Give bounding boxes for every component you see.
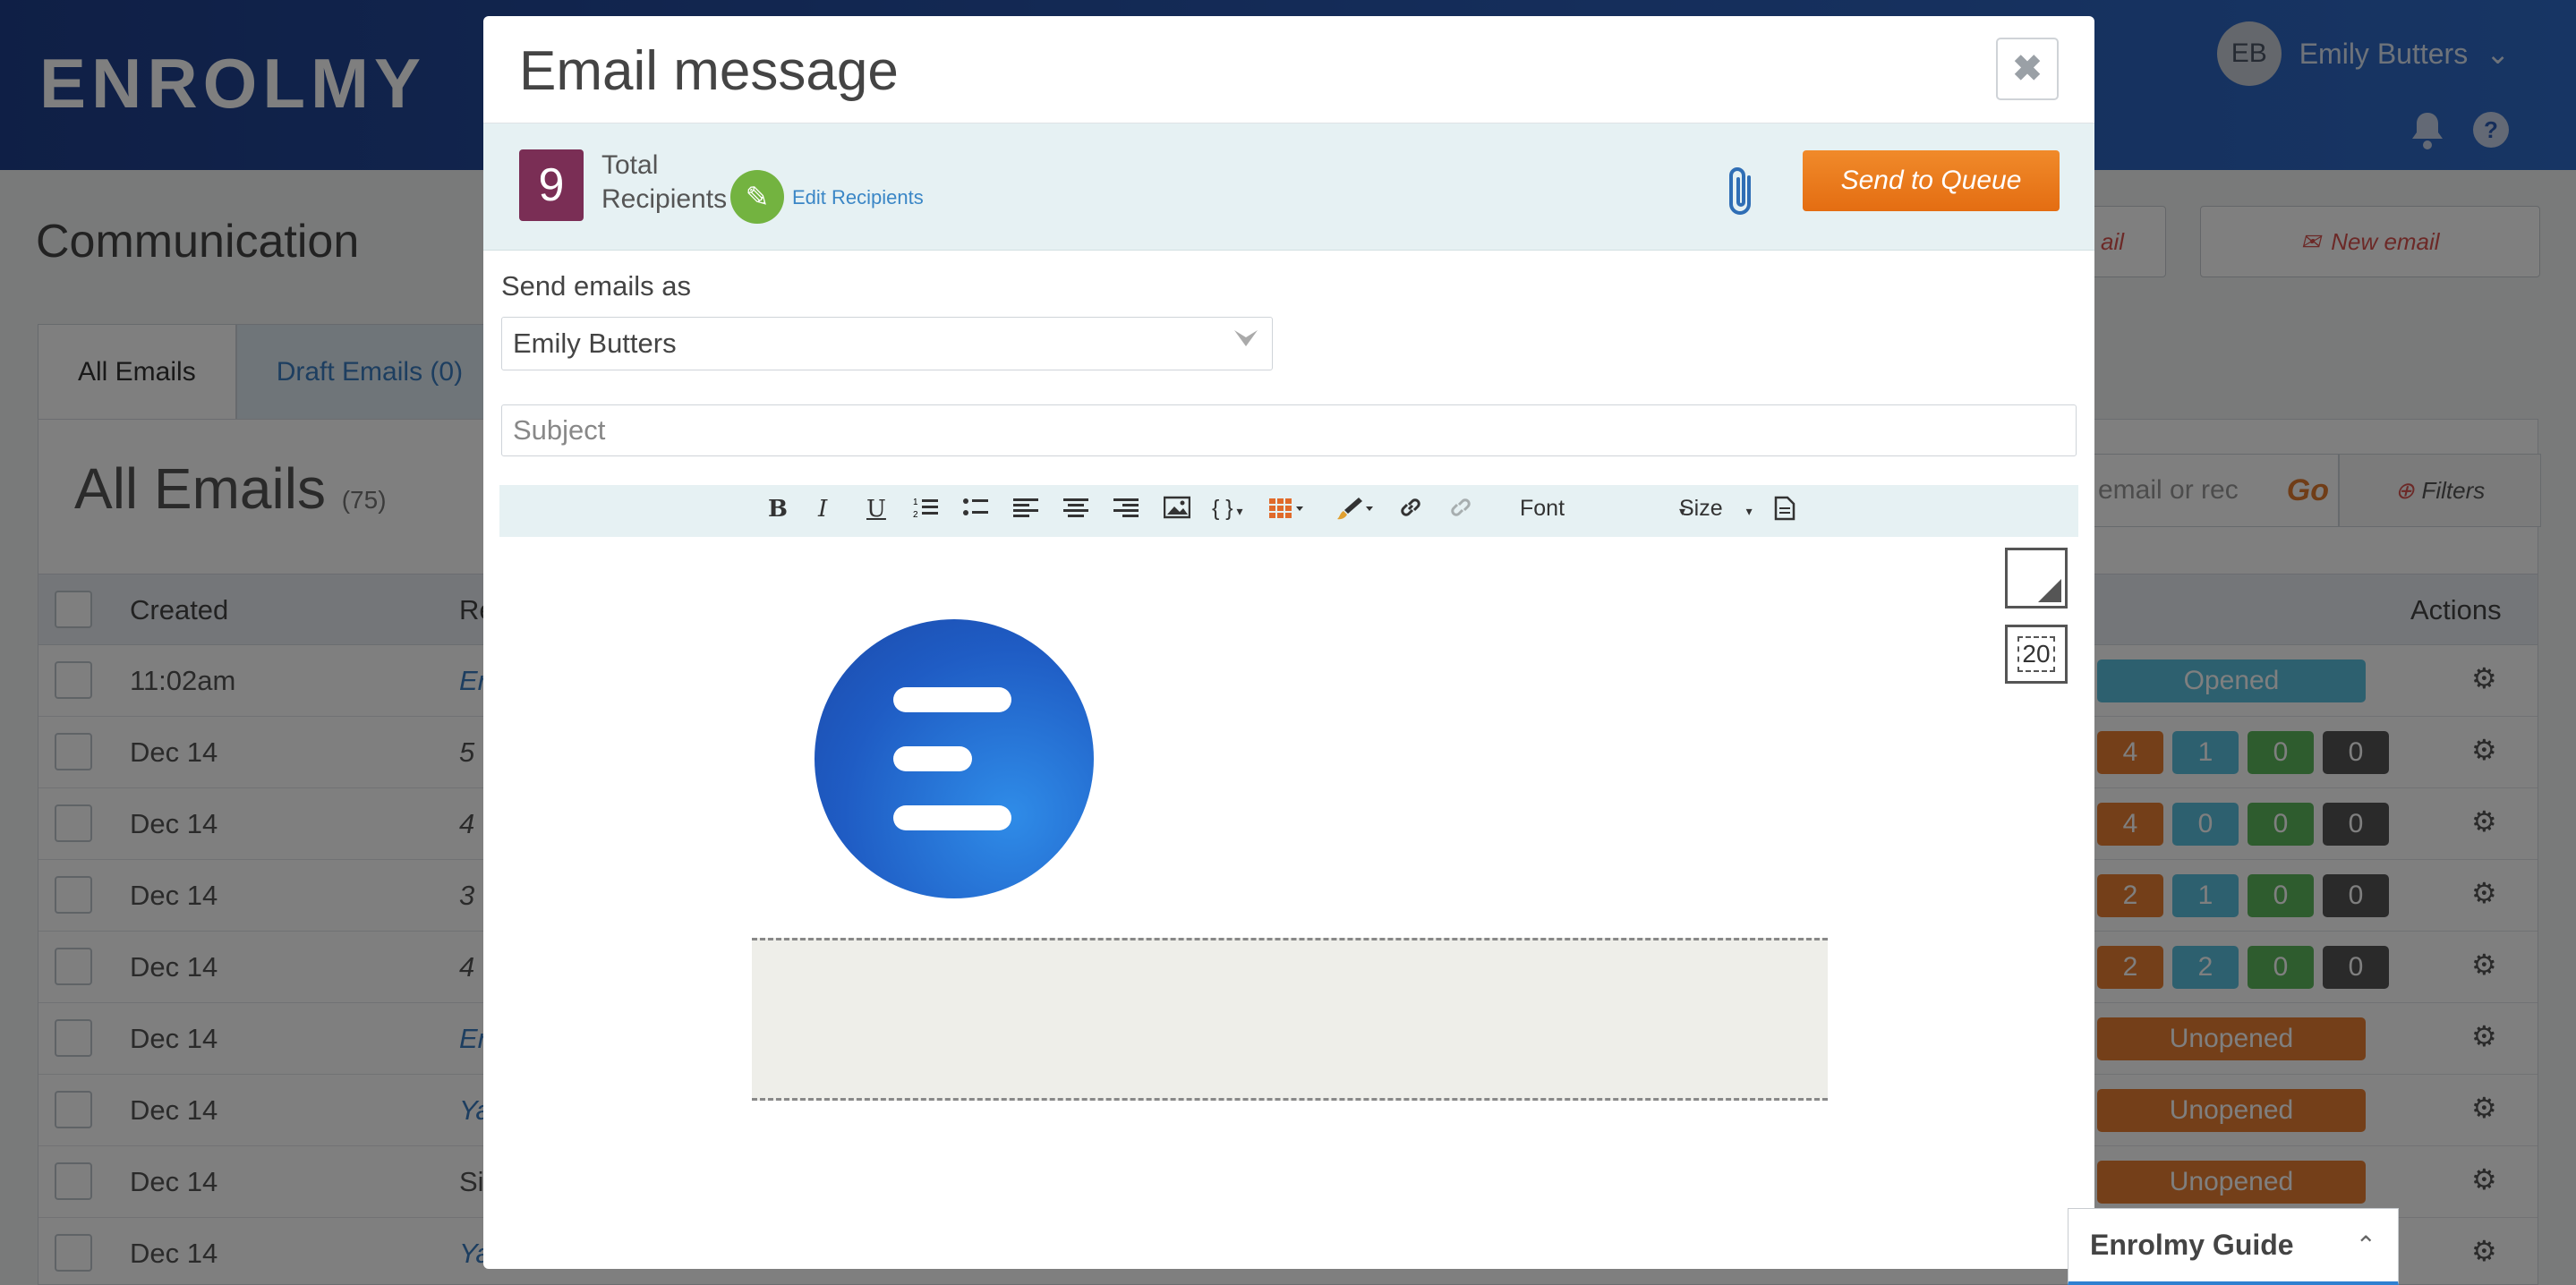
size-dropdown[interactable]: Size ▾ bbox=[1679, 496, 1753, 522]
align-center-icon[interactable] bbox=[1063, 496, 1088, 525]
logo-bar bbox=[893, 746, 972, 771]
unlink-icon[interactable] bbox=[1448, 496, 1473, 525]
font-dropdown[interactable]: Font ▾ bbox=[1520, 496, 1685, 522]
chevron-down-icon bbox=[1233, 325, 1259, 360]
editor-toolbar: B I U 12 { } ▾ Font ▾ Size ▾ bbox=[499, 485, 2078, 537]
subject-input[interactable] bbox=[501, 404, 2077, 456]
align-right-icon[interactable] bbox=[1113, 496, 1139, 525]
total-label-line2: Recipients bbox=[601, 184, 728, 214]
brush-icon[interactable] bbox=[1335, 496, 1375, 527]
guide-title: Enrolmy Guide bbox=[2090, 1229, 2294, 1261]
logo-bar bbox=[893, 687, 1011, 712]
modal-header: Email message ✖ bbox=[483, 16, 2094, 123]
sender-select[interactable]: Emily Butters bbox=[501, 317, 1273, 370]
logo-bar bbox=[893, 805, 1011, 830]
bullet-list-icon[interactable] bbox=[963, 496, 988, 525]
image-icon[interactable] bbox=[1163, 496, 1191, 525]
enrolmy-logo-image[interactable] bbox=[815, 619, 1094, 898]
total-label-line1: Total bbox=[601, 150, 659, 180]
size-label: Size bbox=[1679, 496, 1723, 521]
enrolmy-guide-widget[interactable]: Enrolmy Guide ⌃ bbox=[2068, 1208, 2399, 1285]
content-placeholder-block[interactable] bbox=[752, 938, 1828, 1101]
email-message-modal: Email message ✖ 9 Total Recipients ✎ Edi… bbox=[483, 16, 2094, 1269]
spacer-control[interactable]: 20 bbox=[2005, 625, 2068, 684]
paperclip-icon[interactable] bbox=[1722, 165, 1758, 232]
modal-title: Email message bbox=[519, 40, 899, 102]
font-label: Font bbox=[1520, 496, 1565, 521]
recipient-count-badge: 9 bbox=[519, 149, 584, 221]
pencil-icon[interactable]: ✎ bbox=[730, 170, 784, 224]
send-as-label: Send emails as bbox=[501, 270, 691, 302]
spacer-value: 20 bbox=[2017, 636, 2055, 672]
merge-fields-label: { } bbox=[1212, 496, 1233, 521]
edit-recipients-link[interactable]: Edit Recipients bbox=[792, 186, 924, 209]
total-recipients-label: Total Recipients bbox=[601, 149, 727, 217]
align-left-icon[interactable] bbox=[1013, 496, 1038, 525]
ordered-list-icon[interactable]: 12 bbox=[913, 496, 938, 525]
bold-button[interactable]: B bbox=[768, 496, 788, 523]
merge-fields-dropdown[interactable]: { } ▾ bbox=[1212, 496, 1243, 522]
sender-value: Emily Butters bbox=[513, 328, 677, 359]
send-to-queue-button[interactable]: Send to Queue bbox=[1803, 150, 2060, 211]
table-icon[interactable] bbox=[1269, 496, 1305, 525]
chevron-up-icon[interactable]: ⌃ bbox=[2356, 1230, 2376, 1260]
italic-button[interactable]: I bbox=[818, 496, 827, 523]
document-icon[interactable] bbox=[1774, 496, 1796, 527]
svg-text:1: 1 bbox=[913, 498, 918, 507]
svg-text:2: 2 bbox=[913, 510, 918, 519]
resize-toggle-icon[interactable] bbox=[2005, 548, 2068, 608]
link-icon[interactable] bbox=[1398, 496, 1423, 525]
underline-button[interactable]: U bbox=[866, 496, 886, 523]
close-icon[interactable]: ✖ bbox=[1996, 38, 2059, 100]
